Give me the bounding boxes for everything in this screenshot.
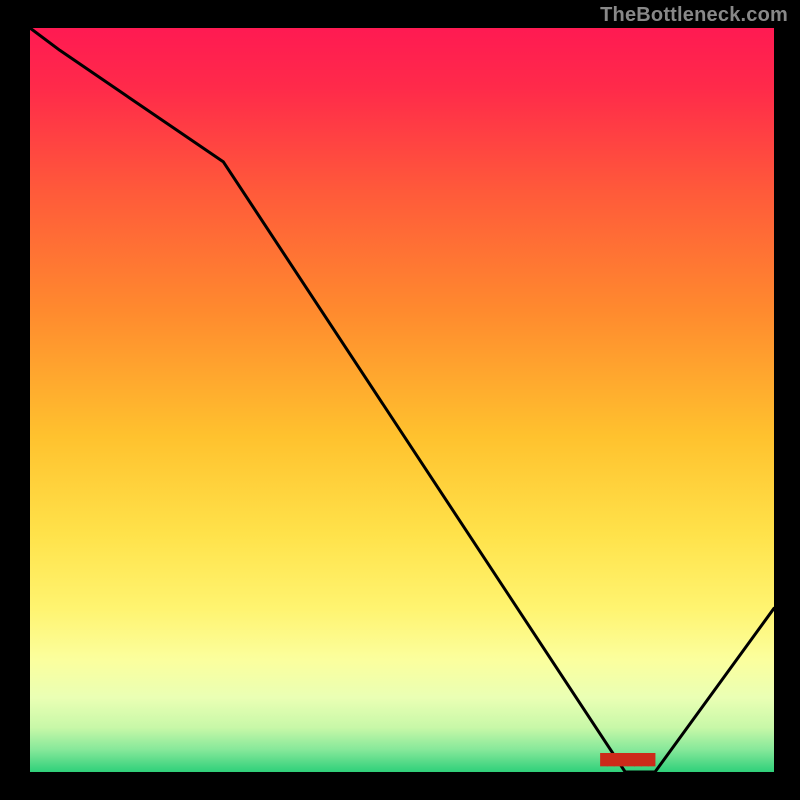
chart-container: TheBottleneck.com	[0, 0, 800, 800]
minimum-marker-label: ████████	[600, 754, 654, 766]
plot-area: ████████	[30, 28, 774, 772]
bottleneck-curve	[30, 28, 774, 772]
watermark-text: TheBottleneck.com	[600, 4, 788, 27]
